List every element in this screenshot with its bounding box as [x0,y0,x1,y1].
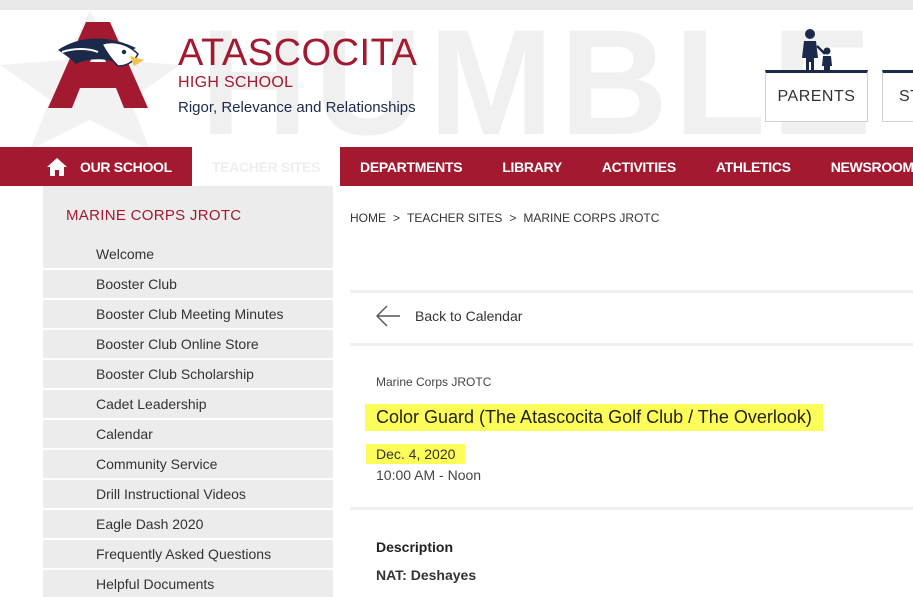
event-time: 10:00 AM - Noon [376,467,482,483]
sidebar-item-helpful-documents[interactable]: Helpful Documents [43,570,333,597]
sidebar-item-welcome[interactable]: Welcome [43,240,333,270]
back-to-calendar-link[interactable]: Back to Calendar [375,303,522,329]
sidebar-item-cadet-leadership[interactable]: Cadet Leadership [43,390,333,420]
school-motto: Rigor, Relevance and Relationships [178,99,416,116]
sidebar-item-booster-store[interactable]: Booster Club Online Store [43,330,333,360]
nav-our-school[interactable]: OUR SCHOOL [67,147,192,186]
sidebar-item-eagle-dash[interactable]: Eagle Dash 2020 [43,510,333,540]
sidebar-title[interactable]: MARINE CORPS JROTC [66,207,241,224]
event-category: Marine Corps JROTC [376,375,492,389]
top-strip [0,0,913,10]
breadcrumb-current[interactable]: MARINE CORPS JROTC [523,211,659,225]
breadcrumb-separator: > [393,211,401,225]
students-button[interactable]: ST [882,70,913,122]
description-text: NAT: Deshayes [376,567,477,583]
description-label: Description [376,539,454,555]
nav-activities[interactable]: ACTIVITIES [582,147,696,186]
school-logo[interactable] [48,22,148,108]
divider-bottom [350,507,913,510]
school-name[interactable]: ATASCOCITA [178,32,417,75]
divider-top [350,290,913,293]
breadcrumb-home[interactable]: HOME [350,211,386,225]
event-date: Dec. 4, 2020 [366,444,466,464]
site-header: HUMBLE ATASCOCITA HIGH SCHOOL Rigor, Rel… [0,10,913,147]
sidebar-item-faq[interactable]: Frequently Asked Questions [43,540,333,570]
school-subtitle: HIGH SCHOOL [178,74,294,91]
event-title: Color Guard (The Atascocita Golf Club / … [365,404,823,431]
main-nav: OUR SCHOOL TEACHER SITES DEPARTMENTS LIB… [0,147,913,186]
sidebar-item-booster-scholarship[interactable]: Booster Club Scholarship [43,360,333,390]
nav-home-button[interactable] [27,147,67,186]
nav-newsroom[interactable]: NEWSROOM [811,147,913,186]
home-icon [47,157,67,176]
nav-library[interactable]: LIBRARY [482,147,582,186]
breadcrumb-teacher-sites[interactable]: TEACHER SITES [407,211,502,225]
nav-departments[interactable]: DEPARTMENTS [340,147,482,186]
parents-button[interactable]: PARENTS [765,70,868,122]
breadcrumb-separator: > [509,211,517,225]
back-to-calendar-label: Back to Calendar [415,308,523,324]
sidebar-item-drill-videos[interactable]: Drill Instructional Videos [43,480,333,510]
arrow-left-icon [376,305,400,327]
divider-mid [350,343,913,346]
sidebar-item-booster-minutes[interactable]: Booster Club Meeting Minutes [43,300,333,330]
sidebar: MARINE CORPS JROTC Welcome Booster Club … [43,186,333,597]
nav-teacher-sites[interactable]: TEACHER SITES [191,147,341,186]
sidebar-list: Welcome Booster Club Booster Club Meetin… [43,240,333,597]
sidebar-item-community-service[interactable]: Community Service [43,450,333,480]
sidebar-item-calendar[interactable]: Calendar [43,420,333,450]
sidebar-item-booster-club[interactable]: Booster Club [43,270,333,300]
breadcrumb: HOME > TEACHER SITES > MARINE CORPS JROT… [350,211,659,225]
nav-athletics[interactable]: ATHLETICS [696,147,811,186]
